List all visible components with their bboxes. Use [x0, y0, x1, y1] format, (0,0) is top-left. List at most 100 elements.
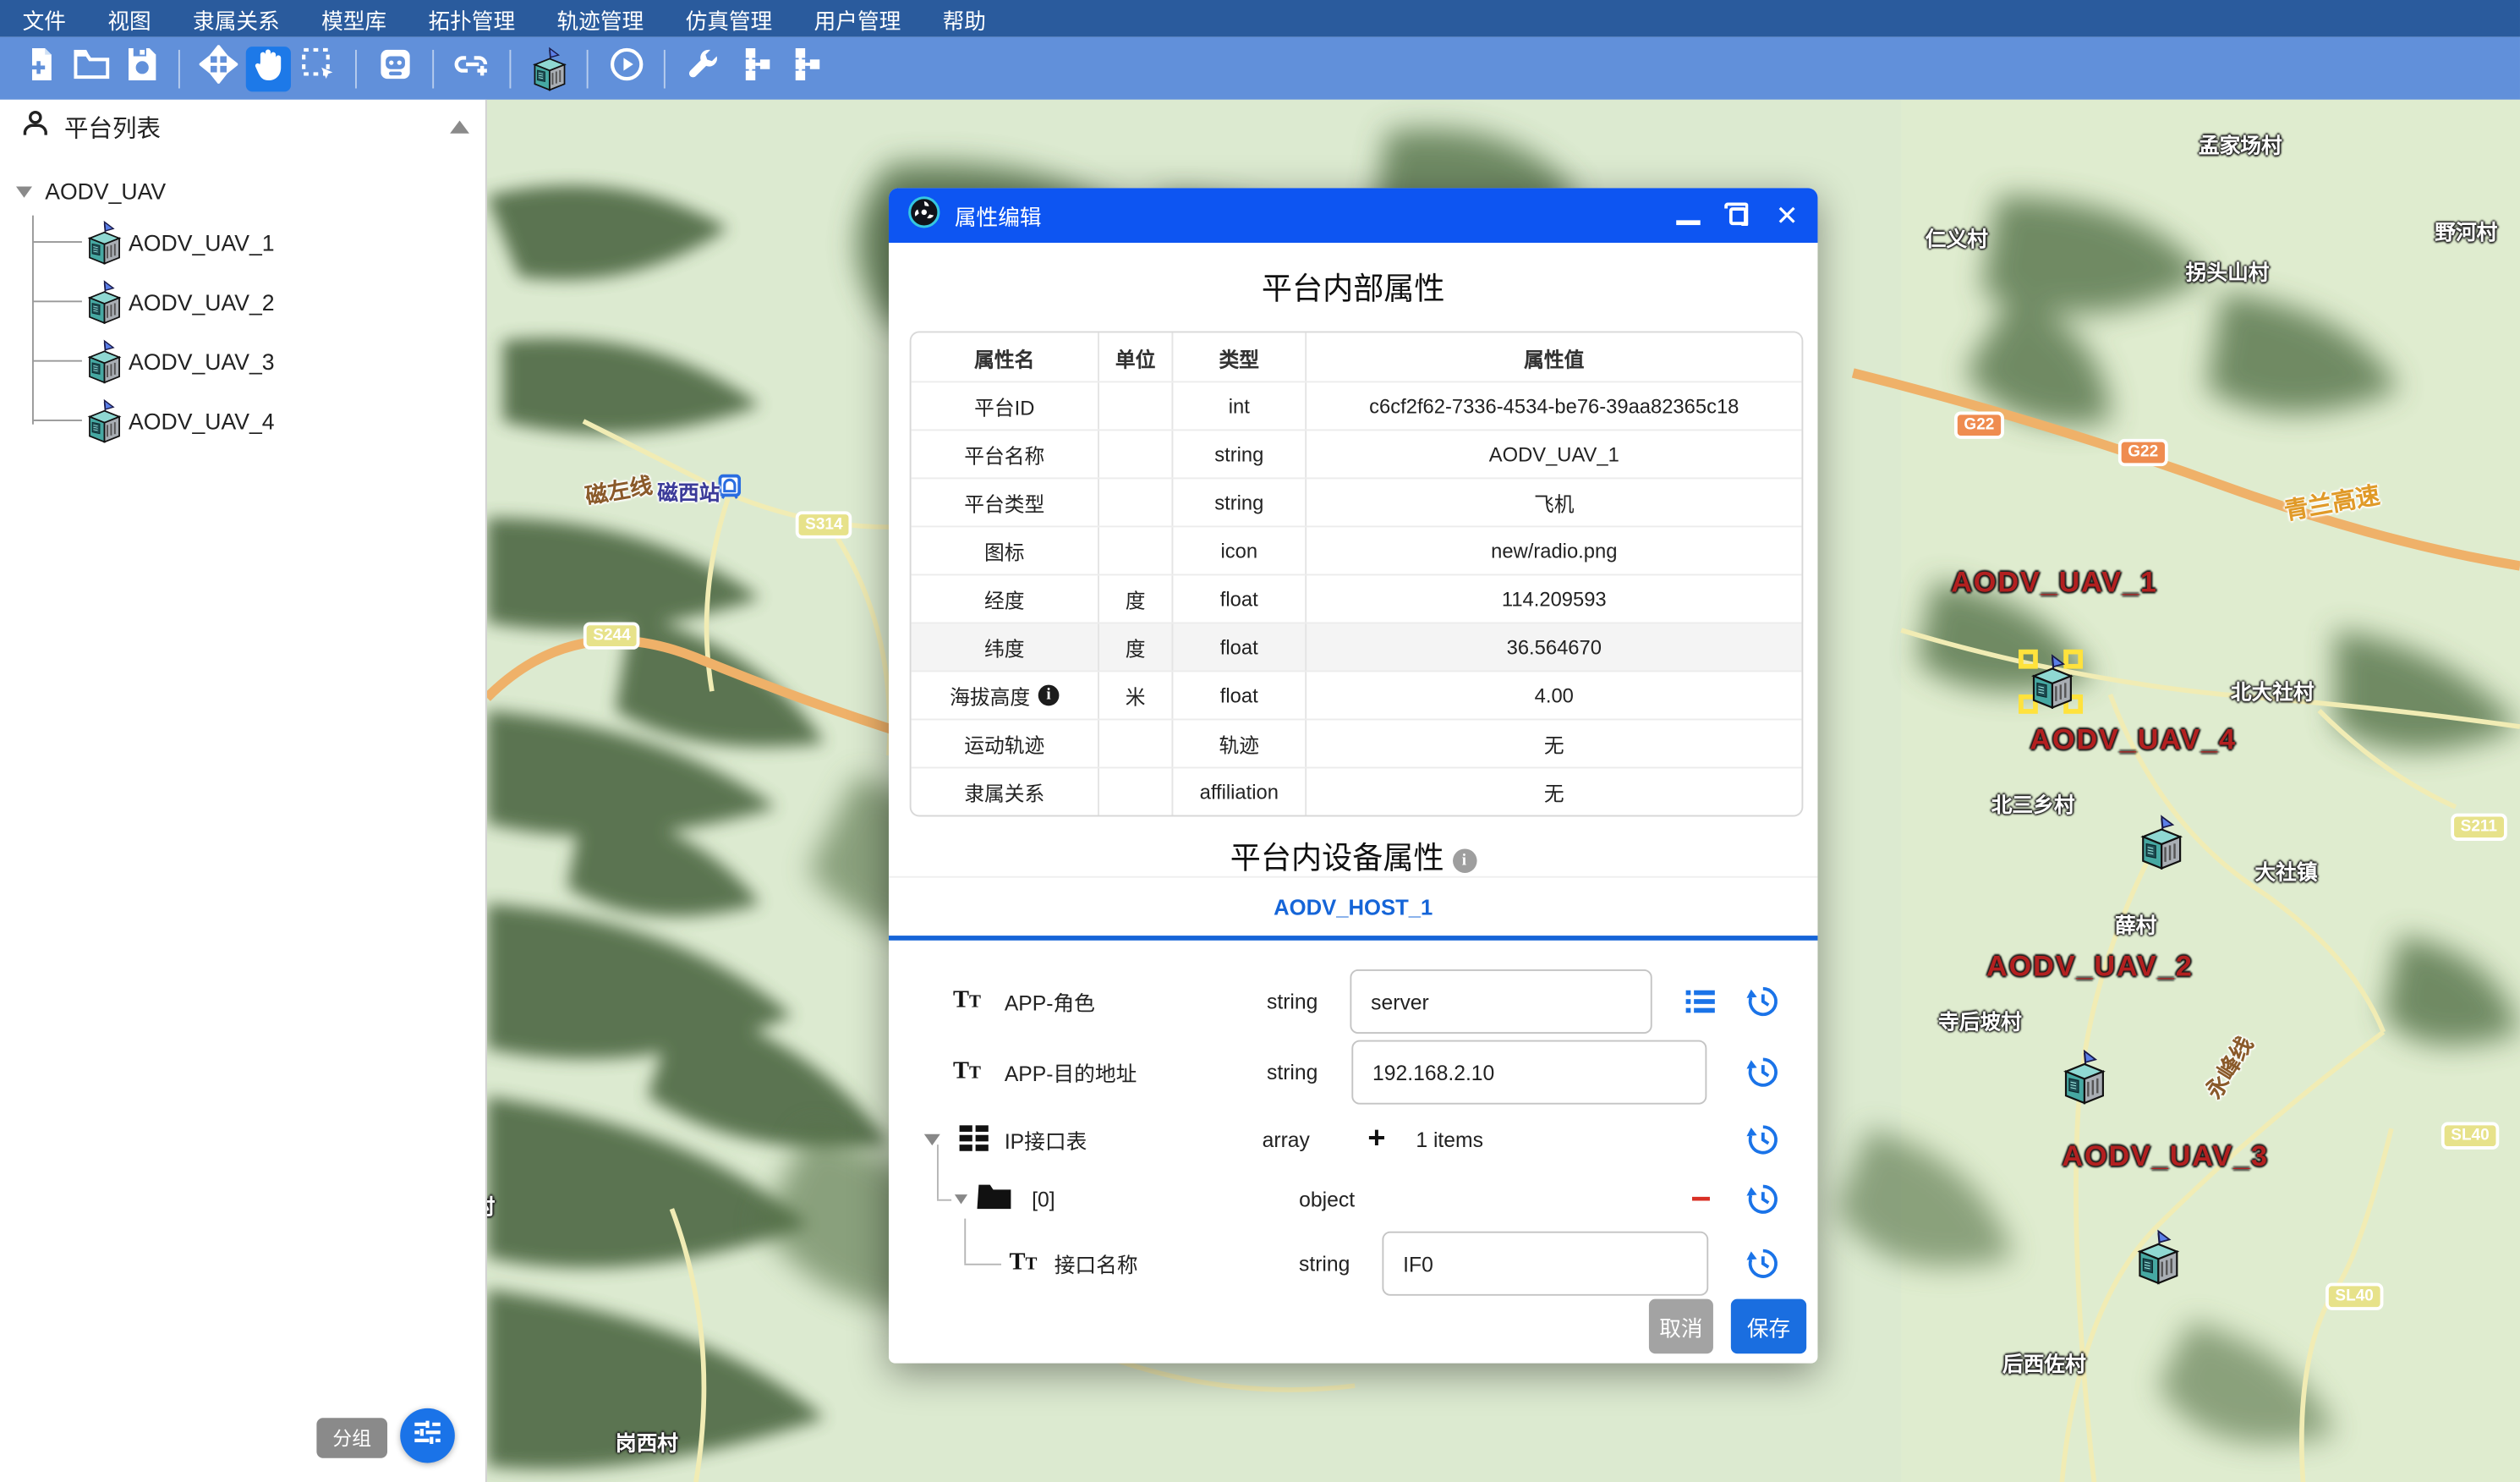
chevron-down-icon[interactable]: [16, 186, 32, 197]
app-dest-input[interactable]: [1351, 1040, 1706, 1105]
uav-node-icon[interactable]: [2124, 1216, 2189, 1289]
history-reset-icon[interactable]: [1745, 984, 1781, 1019]
table-row[interactable]: 运动轨迹 轨迹 无: [912, 719, 1802, 767]
tree-connector: [937, 1199, 951, 1201]
place-label: 村: [487, 1189, 496, 1220]
application-window: 文件 视图 隶属关系 模型库 拓扑管理 轨迹管理 仿真管理 用户管理 帮助: [0, 0, 2520, 1482]
pan-tool-button[interactable]: [245, 46, 290, 91]
history-reset-icon[interactable]: [1745, 1246, 1781, 1282]
value-cell[interactable]: c6cf2f62-7336-4534-be76-39aa82365c18: [1305, 382, 1801, 429]
place-label: 后西佐村: [2002, 1348, 2086, 1378]
uav-name-label: AODV_UAV_2: [1986, 950, 2194, 984]
app-role-input[interactable]: [1350, 969, 1652, 1034]
property-edit-dialog: 属性编辑 ✕ 平台内部属性 属性名 单位 类型 属性值 平台ID int c6c…: [889, 188, 1817, 1363]
menu-item-simulation[interactable]: 仿真管理: [686, 3, 773, 35]
type-cell: int: [1171, 382, 1305, 429]
toolbar-separator: [355, 49, 357, 88]
table-row[interactable]: 平台类型 string 飞机: [912, 477, 1802, 525]
topology-b-button[interactable]: [781, 46, 825, 91]
tree-node-uav[interactable]: AODV_UAV_2: [0, 272, 485, 331]
menu-item-affiliation[interactable]: 隶属关系: [193, 3, 280, 35]
menu-item-user[interactable]: 用户管理: [814, 3, 901, 35]
restore-button[interactable]: [1728, 206, 1746, 224]
tree-node-group[interactable]: AODV_UAV: [0, 170, 485, 211]
history-reset-icon[interactable]: [1745, 1182, 1781, 1217]
new-file-button[interactable]: [19, 46, 63, 91]
table-row[interactable]: 隶属关系 affiliation 无: [912, 767, 1802, 815]
toolbar-separator: [509, 49, 511, 88]
value-cell[interactable]: 114.209593: [1305, 575, 1801, 622]
value-cell[interactable]: 无: [1305, 720, 1801, 766]
if-name-input[interactable]: [1382, 1232, 1708, 1296]
menu-item-trajectory[interactable]: 轨迹管理: [557, 3, 644, 35]
tree-node-label: AODV_UAV_3: [129, 348, 275, 373]
info-icon[interactable]: i: [1038, 685, 1060, 706]
save-button[interactable]: [118, 46, 163, 91]
table-row[interactable]: 图标 icon new/radio.png: [912, 525, 1802, 574]
cancel-button[interactable]: 取消: [1649, 1299, 1713, 1354]
history-reset-icon[interactable]: [1745, 1122, 1781, 1158]
value-cell[interactable]: AODV_UAV_1: [1305, 431, 1801, 477]
value-cell[interactable]: 4.00: [1305, 672, 1801, 718]
select-rect-tool-button[interactable]: [295, 46, 340, 91]
table-row[interactable]: 平台名称 string AODV_UAV_1: [912, 429, 1802, 477]
tree-connector: [964, 1264, 1001, 1265]
property-name-cell: 海拔高度i: [912, 672, 1098, 718]
menu-item-help[interactable]: 帮助: [943, 3, 986, 35]
add-link-button[interactable]: [449, 46, 494, 91]
table-row[interactable]: 纬度 度 float 36.564670: [912, 622, 1802, 670]
remove-item-icon[interactable]: −: [1690, 1182, 1711, 1217]
move-tool-button[interactable]: [195, 46, 240, 91]
device-model-button[interactable]: [526, 46, 571, 91]
save-button[interactable]: 保存: [1731, 1299, 1806, 1354]
tree-node-label: AODV_UAV_1: [129, 229, 275, 255]
road-badge: SL40: [2441, 1122, 2499, 1150]
field-label: 接口名称: [1055, 1249, 1138, 1279]
tree-node-uav[interactable]: AODV_UAV_3: [0, 332, 485, 391]
collapse-panel-arrow-icon[interactable]: [450, 121, 469, 134]
tab-aodv-host-1[interactable]: AODV_HOST_1: [889, 878, 1817, 936]
platform-internal-section-title: 平台内部属性: [889, 266, 1817, 309]
property-name-cell: 图标: [912, 527, 1098, 574]
play-button[interactable]: [604, 46, 649, 91]
dialog-close-button[interactable]: ✕: [1776, 202, 1799, 229]
group-settings-button[interactable]: [400, 1408, 455, 1463]
menu-item-view[interactable]: 视图: [107, 3, 151, 35]
uav-node-icon[interactable]: [2051, 1035, 2115, 1109]
add-item-icon[interactable]: +: [1367, 1122, 1385, 1158]
new-file-icon: [25, 47, 57, 90]
minimize-button[interactable]: [1676, 219, 1701, 224]
menu-item-file[interactable]: 文件: [23, 3, 66, 35]
topology-a-button[interactable]: [731, 46, 775, 91]
collapse-arrow-icon[interactable]: [955, 1194, 967, 1204]
tools-button[interactable]: [681, 46, 726, 91]
uav-node-icon[interactable]: [2019, 639, 2083, 713]
tree-connector: [964, 1219, 966, 1264]
table-row[interactable]: 海拔高度i 米 float 4.00: [912, 671, 1802, 719]
table-row[interactable]: 平台ID int c6cf2f62-7336-4534-be76-39aa823…: [912, 381, 1802, 429]
info-icon[interactable]: i: [1452, 848, 1476, 873]
collapse-arrow-icon[interactable]: [924, 1134, 940, 1145]
column-header: 属性名: [912, 332, 1098, 381]
enum-list-icon[interactable]: [1683, 984, 1718, 1019]
open-folder-button[interactable]: [68, 46, 113, 91]
value-cell[interactable]: 无: [1305, 768, 1801, 815]
panel-title: 平台列表: [64, 110, 161, 144]
robot-panel-button[interactable]: [372, 46, 417, 91]
add-link-icon: [452, 50, 491, 87]
history-reset-icon[interactable]: [1745, 1055, 1781, 1090]
tree-node-uav[interactable]: AODV_UAV_1: [0, 212, 485, 272]
menu-item-model-library[interactable]: 模型库: [321, 3, 386, 35]
field-row-app-dest: TT APP-目的地址 string: [889, 1040, 1817, 1105]
tree-node-uav[interactable]: AODV_UAV_4: [0, 391, 485, 450]
uav-name-label: AODV_UAV_4: [2030, 723, 2237, 757]
table-row[interactable]: 经度 度 float 114.209593: [912, 574, 1802, 622]
value-cell[interactable]: 36.564670: [1305, 623, 1801, 670]
value-cell[interactable]: new/radio.png: [1305, 527, 1801, 574]
menu-item-topology[interactable]: 拓扑管理: [428, 3, 515, 35]
uav-node-icon[interactable]: [2128, 800, 2192, 874]
unit-cell: [1098, 768, 1171, 815]
value-cell[interactable]: 飞机: [1305, 479, 1801, 525]
type-cell: string: [1171, 479, 1305, 525]
dialog-titlebar[interactable]: 属性编辑 ✕: [889, 188, 1817, 243]
